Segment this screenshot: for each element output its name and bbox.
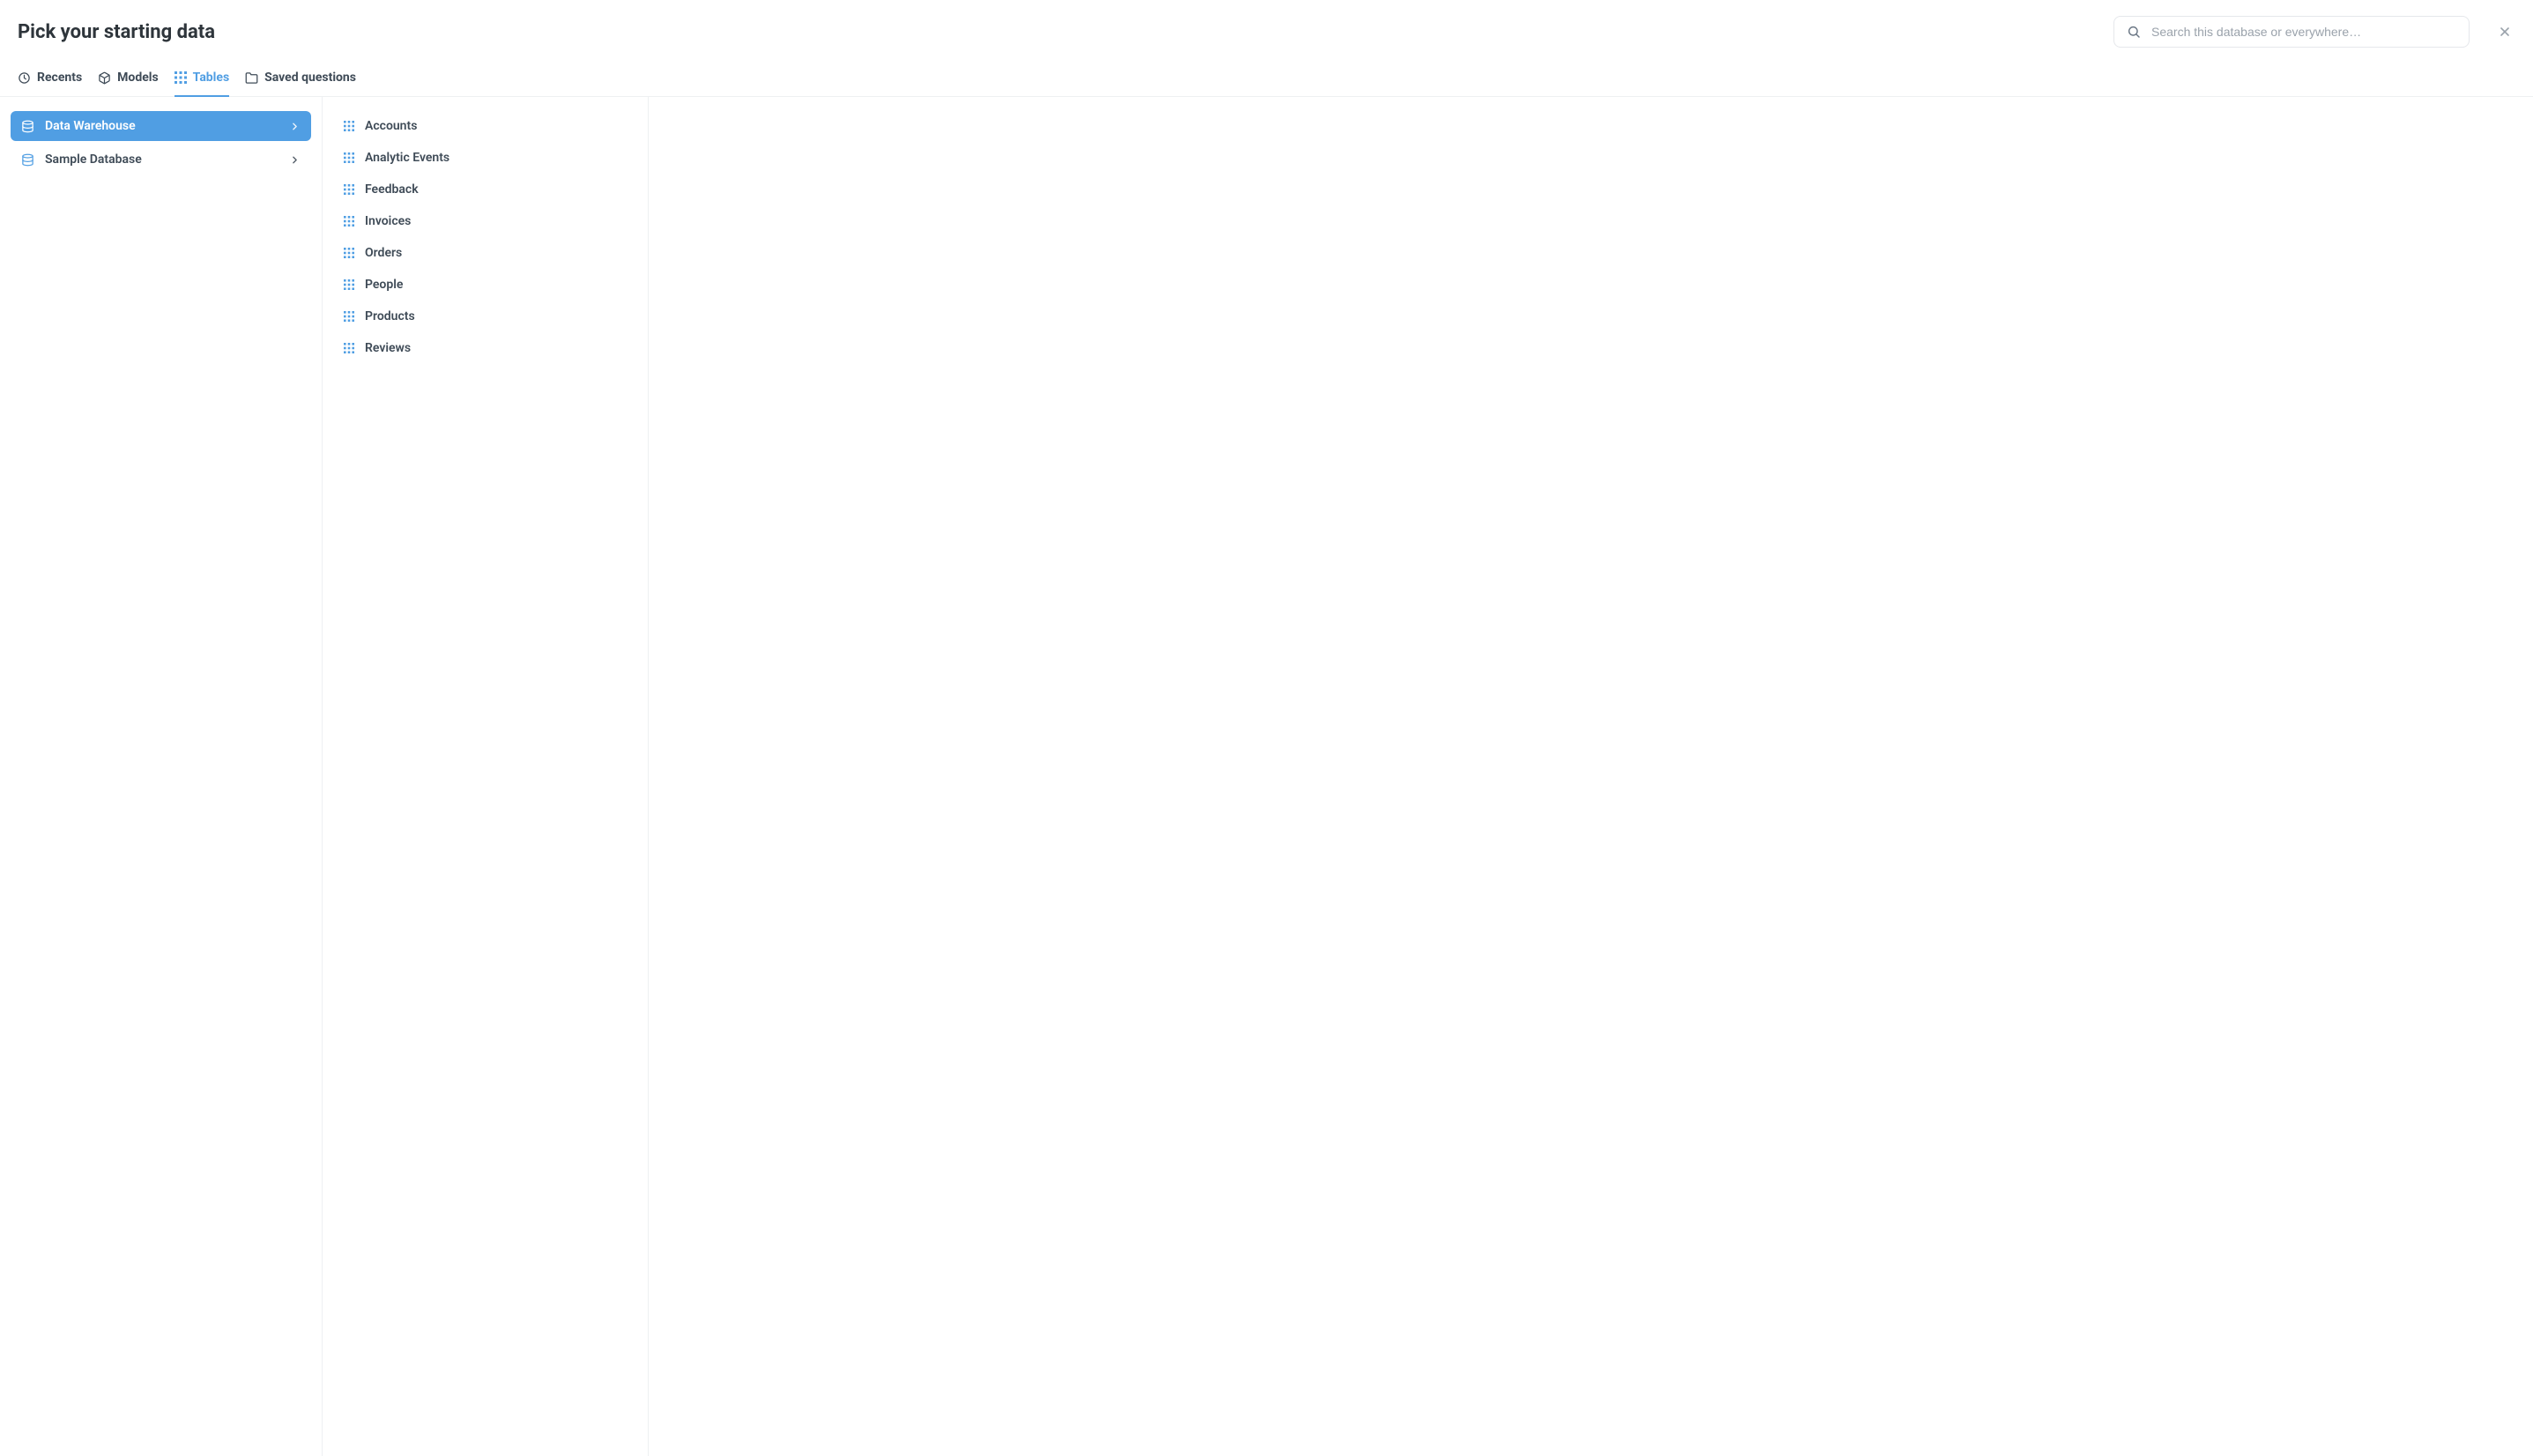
table-item-people[interactable]: People <box>333 270 637 300</box>
table-column: Accounts Analytic Events Feedback <box>323 97 649 1456</box>
grid-icon <box>175 71 187 84</box>
tabs: Recents Models Tables Saved questions <box>0 63 2533 97</box>
database-icon <box>21 120 34 133</box>
table-item-feedback[interactable]: Feedback <box>333 175 637 204</box>
database-label: Data Warehouse <box>45 119 136 133</box>
search-box[interactable] <box>2113 16 2470 48</box>
table-item-accounts[interactable]: Accounts <box>333 111 637 141</box>
header: Pick your starting data <box>0 0 2533 63</box>
database-item-data-warehouse[interactable]: Data Warehouse <box>11 111 311 141</box>
table-item-orders[interactable]: Orders <box>333 238 637 268</box>
table-icon <box>344 152 354 163</box>
table-icon <box>344 343 354 353</box>
tab-tables[interactable]: Tables <box>175 63 229 97</box>
table-label: Invoices <box>365 214 411 228</box>
table-label: Feedback <box>365 182 419 197</box>
tab-models[interactable]: Models <box>98 63 159 97</box>
table-icon <box>344 311 354 322</box>
chevron-right-icon <box>289 154 301 166</box>
table-item-reviews[interactable]: Reviews <box>333 333 637 363</box>
table-icon <box>344 121 354 131</box>
tab-label: Tables <box>193 71 229 85</box>
chevron-right-icon <box>289 121 301 132</box>
database-column: Data Warehouse Sample Database <box>0 97 323 1456</box>
tab-saved-questions[interactable]: Saved questions <box>245 63 356 97</box>
table-label: Reviews <box>365 341 411 355</box>
detail-column <box>649 97 2533 1456</box>
table-item-analytic-events[interactable]: Analytic Events <box>333 143 637 173</box>
table-label: Analytic Events <box>365 151 449 165</box>
table-label: Products <box>365 309 415 323</box>
folder-icon <box>245 71 258 85</box>
cube-icon <box>98 71 111 85</box>
tab-label: Models <box>117 71 159 85</box>
database-item-sample-database[interactable]: Sample Database <box>11 145 311 175</box>
tab-recents[interactable]: Recents <box>18 63 82 97</box>
database-icon <box>21 153 34 167</box>
search-input[interactable] <box>2151 25 2456 39</box>
table-item-invoices[interactable]: Invoices <box>333 206 637 236</box>
table-item-products[interactable]: Products <box>333 301 637 331</box>
table-label: Accounts <box>365 119 417 133</box>
table-label: Orders <box>365 246 402 260</box>
tab-label: Saved questions <box>264 71 356 85</box>
table-icon <box>344 248 354 258</box>
close-icon <box>2498 25 2512 39</box>
table-icon <box>344 216 354 227</box>
page-title: Pick your starting data <box>18 21 215 43</box>
header-right <box>2113 16 2515 48</box>
table-icon <box>344 184 354 195</box>
clock-icon <box>18 71 31 85</box>
tab-label: Recents <box>37 71 82 85</box>
database-label: Sample Database <box>45 152 142 167</box>
close-button[interactable] <box>2494 21 2515 42</box>
table-icon <box>344 279 354 290</box>
search-icon <box>2127 25 2141 39</box>
table-label: People <box>365 278 403 292</box>
content-columns: Data Warehouse Sample Database <box>0 97 2533 1456</box>
